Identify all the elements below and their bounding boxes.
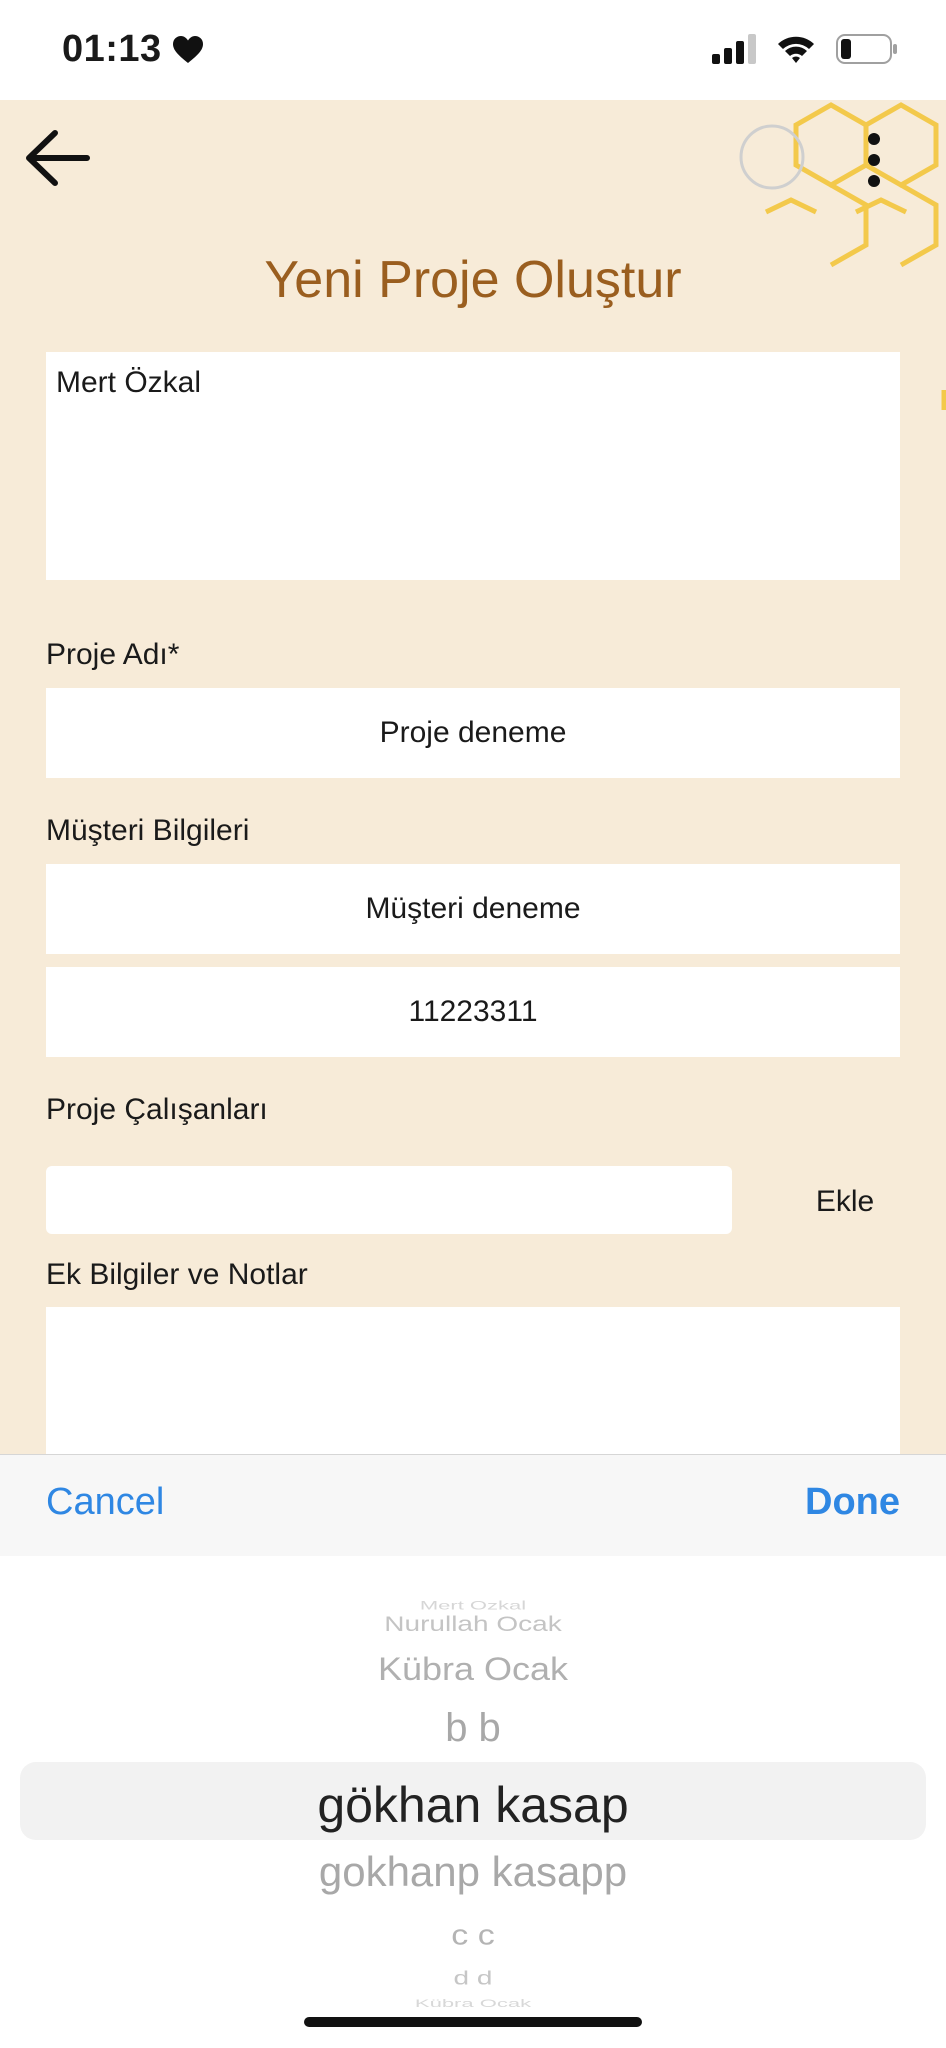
more-options-button[interactable]: [854, 120, 894, 200]
picker-option[interactable]: b b: [0, 1706, 946, 1751]
add-employee-button[interactable]: Ekle: [790, 1180, 900, 1224]
status-indicators: [712, 34, 898, 64]
status-bar: 01:13: [0, 0, 946, 100]
cellular-signal-icon: [712, 34, 756, 64]
picker-option[interactable]: c c: [0, 1919, 946, 1952]
picker-option[interactable]: Kübra Ocak: [0, 1999, 946, 2009]
status-time-text: 01:13: [62, 28, 162, 70]
picker-option[interactable]: Nurullah Ocak: [0, 1612, 946, 1636]
project-name-label: Proje Adı*: [46, 638, 180, 671]
picker-option[interactable]: d d: [0, 1967, 946, 1989]
create-project-screen: Yeni Proje Oluştur Mert Özkal Proje Adı*…: [0, 100, 946, 1454]
customer-info-label: Müşteri Bilgileri: [46, 814, 250, 847]
customer-phone-input[interactable]: 11223311: [46, 967, 900, 1057]
page-title: Yeni Proje Oluştur: [264, 251, 682, 309]
done-button[interactable]: Done: [805, 1481, 900, 1524]
picker-option[interactable]: Kübra Ocak: [0, 1650, 946, 1688]
owner-display: Mert Özkal: [46, 352, 900, 580]
vertical-ellipsis-icon: [868, 133, 880, 145]
picker-option-selected[interactable]: gökhan kasap: [0, 1776, 946, 1834]
notes-textarea[interactable]: [46, 1307, 900, 1454]
project-name-input[interactable]: Proje deneme: [46, 688, 900, 778]
back-button[interactable]: [20, 120, 96, 196]
status-time: 01:13: [62, 28, 204, 71]
project-employees-label: Proje Çalışanları: [46, 1093, 268, 1126]
home-indicator[interactable]: [304, 2017, 642, 2027]
heart-icon: [172, 35, 203, 63]
notes-label: Ek Bilgiler ve Notlar: [46, 1258, 308, 1291]
cancel-button[interactable]: Cancel: [46, 1481, 164, 1524]
employee-picker-wheel[interactable]: Mert Özkal Nurullah Ocak Kübra Ocak b b …: [0, 1556, 946, 2048]
customer-name-input[interactable]: Müşteri deneme: [46, 864, 900, 954]
picker-option[interactable]: gokhanp kasapp: [0, 1848, 946, 1896]
battery-low-icon: [836, 34, 897, 64]
owner-name: Mert Özkal: [56, 366, 202, 399]
picker-option[interactable]: Mert Özkal: [0, 1601, 946, 1612]
picker-toolbar: Cancel Done: [0, 1454, 946, 1556]
employee-picker-input[interactable]: [46, 1166, 732, 1234]
wifi-icon: [778, 36, 814, 63]
arrow-left-icon: [26, 130, 90, 186]
